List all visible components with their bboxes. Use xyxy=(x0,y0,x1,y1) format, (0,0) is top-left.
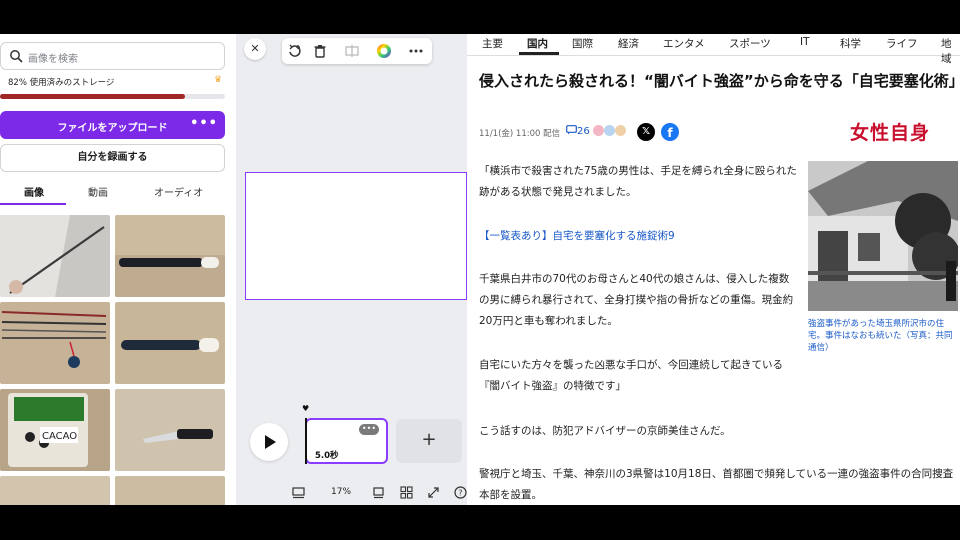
comment-count-link[interactable]: 26 xyxy=(566,125,590,137)
trash-icon[interactable] xyxy=(312,43,328,59)
editor-area: ✕ ♥ ••• 5.0秒 + 17% ? xyxy=(236,34,467,505)
clip-duration: 5.0秒 xyxy=(315,451,339,461)
search-input[interactable]: 画像を検索 xyxy=(0,42,225,70)
image-thumbnail[interactable] xyxy=(115,302,225,384)
category-nav: 主要 国内 国際 経済 エンタメ スポーツ IT 科学 ライフ 地域 xyxy=(467,34,960,65)
active-nav-indicator xyxy=(519,52,559,55)
screen: 画像を検索 82% 使用済みのストレージ ♛ ファイルをアップロード ••• 自… xyxy=(0,34,960,505)
svg-text:CACAO: CACAO xyxy=(42,431,77,442)
record-yourself-button[interactable]: 自分を録画する xyxy=(0,144,225,172)
article-paragraph: 警視庁と埼玉、千葉、神奈川の3県警は10月18日、首都圏で頻発している一連の強盗… xyxy=(479,468,954,501)
image-thumbnail[interactable] xyxy=(115,476,225,505)
media-tabs: 画像 動画 オーディオ xyxy=(0,178,225,206)
tab-videos[interactable]: 動画 xyxy=(88,184,108,199)
storage-bar xyxy=(0,94,225,99)
playhead-line xyxy=(305,418,307,464)
storage-usage-text: 82% 使用済みのストレージ xyxy=(8,78,115,88)
pages-view-icon[interactable] xyxy=(372,486,385,499)
timeline-clip[interactable]: ••• 5.0秒 xyxy=(305,418,388,464)
image-thumbnail[interactable] xyxy=(0,215,110,297)
design-canvas[interactable] xyxy=(245,172,467,300)
article-paragraph: こう話すのは、防犯アドバイザーの京師美佳さんだ。 xyxy=(479,425,731,437)
nav-item[interactable]: 地域 xyxy=(941,36,960,66)
play-button[interactable] xyxy=(250,423,288,461)
play-icon xyxy=(265,435,276,449)
active-tab-indicator xyxy=(0,203,66,205)
nav-item[interactable]: 科学 xyxy=(840,36,861,51)
split-icon[interactable] xyxy=(344,43,360,59)
image-thumbnail[interactable] xyxy=(0,476,110,505)
search-placeholder: 画像を検索 xyxy=(28,54,78,65)
add-clip-button[interactable]: + xyxy=(396,419,462,463)
image-thumbnail[interactable] xyxy=(115,215,225,297)
reaction-icon[interactable] xyxy=(593,125,604,136)
replace-icon[interactable] xyxy=(287,43,303,59)
reaction-icon[interactable] xyxy=(615,125,626,136)
clip-menu-button[interactable]: ••• xyxy=(359,424,379,435)
image-thumbnail[interactable]: CACAO xyxy=(0,389,110,471)
grid-view-icon[interactable] xyxy=(400,486,413,499)
nav-item[interactable]: ライフ xyxy=(886,36,918,51)
x-share-icon[interactable]: 𝕏 xyxy=(637,123,655,141)
reaction-icon[interactable] xyxy=(604,125,615,136)
comment-count: 26 xyxy=(577,126,590,137)
article-paragraph: 自宅にいた方々を襲った凶悪な手口が、今回連続して起きている『闇バイト強盗』の特徴… xyxy=(479,359,783,392)
storage-bar-fill xyxy=(0,94,185,99)
nav-item[interactable]: スポーツ xyxy=(729,36,771,51)
facebook-share-icon[interactable]: f xyxy=(661,123,679,141)
notes-icon[interactable] xyxy=(292,486,305,499)
element-toolbar xyxy=(282,38,432,64)
color-picker-icon[interactable] xyxy=(376,43,392,59)
article-related-link[interactable]: 【一覧表あり】自宅を要塞化する施錠術9 xyxy=(479,226,797,247)
tab-audio[interactable]: オーディオ xyxy=(154,184,203,199)
image-thumbnail[interactable] xyxy=(0,302,110,384)
more-options-icon[interactable] xyxy=(408,43,424,59)
crown-icon[interactable]: ♛ xyxy=(214,75,222,85)
publisher-logo[interactable]: 女性自身 xyxy=(850,118,930,145)
photo-caption: 強盗事件があった埼玉県所沢市の住宅。事件はなおも続いた（写真：共同通信） xyxy=(808,319,953,353)
nav-item[interactable]: 国際 xyxy=(572,36,593,51)
nav-item[interactable]: 経済 xyxy=(618,36,639,51)
svg-text:?: ? xyxy=(458,489,462,498)
media-panel: 画像を検索 82% 使用済みのストレージ ♛ ファイルをアップロード ••• 自… xyxy=(0,34,236,505)
article-photo[interactable] xyxy=(808,161,958,311)
zoom-level[interactable]: 17% xyxy=(331,487,351,497)
more-options-icon[interactable]: ••• xyxy=(190,116,218,131)
close-panel-button[interactable]: ✕ xyxy=(244,38,266,60)
upload-files-button[interactable]: ファイルをアップロード ••• xyxy=(0,111,225,139)
article-headline: 侵入されたら殺される！“闇バイト強盗”から命を守る「自宅要塞化術」 xyxy=(479,72,960,90)
article-paragraph: 「横浜市で殺害された75歳の男性は、手足を縛られ全身に殴られた跡がある状態で発見… xyxy=(479,165,797,198)
image-thumbnail[interactable] xyxy=(115,389,225,471)
comment-icon xyxy=(566,125,577,135)
article-paragraph: 千葉県白井市の70代のお母さんと40代の娘さんは、侵入した複数の男に縛られ暴行さ… xyxy=(479,273,794,327)
nav-item[interactable]: IT xyxy=(800,36,810,48)
upload-files-label: ファイルをアップロード xyxy=(57,123,168,134)
news-article: 主要 国内 国際 経済 エンタメ スポーツ IT 科学 ライフ 地域 侵入された… xyxy=(467,34,960,505)
tab-images[interactable]: 画像 xyxy=(24,184,44,199)
search-icon xyxy=(10,50,23,63)
nav-item[interactable]: 主要 xyxy=(482,36,503,51)
playhead-marker[interactable]: ♥ xyxy=(302,404,309,413)
nav-item-active[interactable]: 国内 xyxy=(527,36,548,51)
help-icon[interactable]: ? xyxy=(454,486,467,499)
article-timestamp: 11/1(金) 11:00 配信 xyxy=(479,129,561,139)
fullscreen-icon[interactable] xyxy=(427,486,440,499)
nav-item[interactable]: エンタメ xyxy=(663,36,705,51)
